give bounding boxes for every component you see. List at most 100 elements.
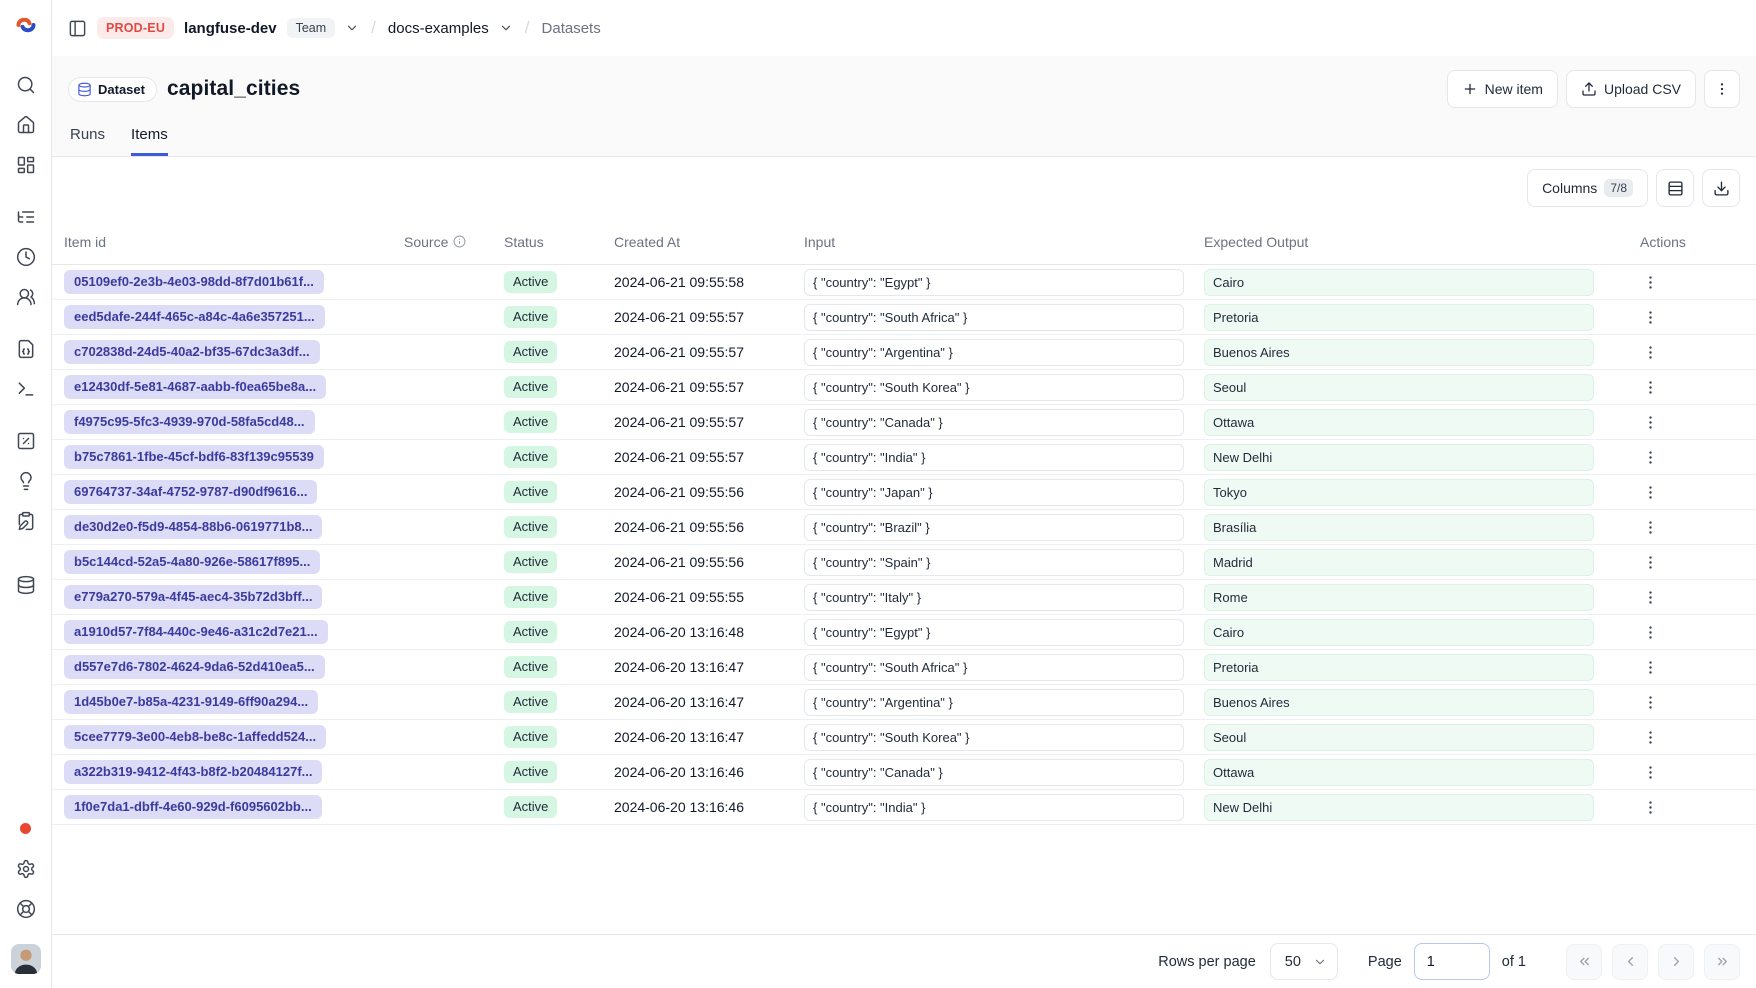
input-cell-box[interactable]: { "country": "Brazil" } xyxy=(804,514,1184,541)
item-id-pill[interactable]: c702838d-24d5-40a2-bf35-67dc3a3df... xyxy=(64,340,320,365)
insights-icon[interactable] xyxy=(9,464,43,498)
tab-runs[interactable]: Runs xyxy=(70,126,105,156)
expected-output-box[interactable]: Pretoria xyxy=(1204,654,1594,681)
expected-output-box[interactable]: Ottawa xyxy=(1204,409,1594,436)
previous-page-button[interactable] xyxy=(1612,944,1648,980)
item-id-pill[interactable]: b5c144cd-52a5-4a80-926e-58617f895... xyxy=(64,550,320,575)
row-actions-button[interactable] xyxy=(1636,653,1664,681)
users-icon[interactable] xyxy=(9,280,43,314)
input-cell-box[interactable]: { "country": "South Korea" } xyxy=(804,724,1184,751)
dataset-more-actions-button[interactable] xyxy=(1704,70,1740,108)
input-cell-box[interactable]: { "country": "Italy" } xyxy=(804,584,1184,611)
tracing-icon[interactable] xyxy=(9,200,43,234)
expected-output-box[interactable]: Ottawa xyxy=(1204,759,1594,786)
row-actions-button[interactable] xyxy=(1636,338,1664,366)
row-height-button[interactable] xyxy=(1656,169,1694,207)
row-actions-button[interactable] xyxy=(1636,758,1664,786)
expected-output-box[interactable]: Brasília xyxy=(1204,514,1594,541)
prompts-icon[interactable] xyxy=(9,332,43,366)
input-cell-box[interactable]: { "country": "Canada" } xyxy=(804,759,1184,786)
item-id-pill[interactable]: d557e7d6-7802-4624-9da6-52d410ea5... xyxy=(64,655,325,680)
support-icon[interactable] xyxy=(9,892,43,926)
row-actions-button[interactable] xyxy=(1636,618,1664,646)
breadcrumb-org[interactable]: langfuse-dev xyxy=(184,20,277,37)
item-id-pill[interactable]: a1910d57-7f84-440c-9e46-a31c2d7e21... xyxy=(64,620,328,645)
row-actions-button[interactable] xyxy=(1636,478,1664,506)
row-actions-button[interactable] xyxy=(1636,723,1664,751)
record-dot[interactable] xyxy=(20,823,31,834)
dashboard-icon[interactable] xyxy=(9,148,43,182)
item-id-pill[interactable]: 1d45b0e7-b85a-4231-9149-6ff90a294... xyxy=(64,690,318,715)
upload-csv-button[interactable]: Upload CSV xyxy=(1566,70,1696,108)
expected-output-box[interactable]: Buenos Aires xyxy=(1204,339,1594,366)
row-actions-button[interactable] xyxy=(1636,408,1664,436)
item-id-pill[interactable]: e779a270-579a-4f45-aec4-35b72d3bff... xyxy=(64,585,322,610)
expected-output-box[interactable]: Tokyo xyxy=(1204,479,1594,506)
expected-output-box[interactable]: Seoul xyxy=(1204,724,1594,751)
page-number-input[interactable] xyxy=(1414,943,1490,980)
row-actions-button[interactable] xyxy=(1636,373,1664,401)
input-cell-box[interactable]: { "country": "South Africa" } xyxy=(804,654,1184,681)
item-id-pill[interactable]: 1f0e7da1-dbff-4e60-929d-f6095602bb... xyxy=(64,795,322,820)
row-actions-button[interactable] xyxy=(1636,583,1664,611)
input-cell-box[interactable]: { "country": "Japan" } xyxy=(804,479,1184,506)
row-actions-button[interactable] xyxy=(1636,548,1664,576)
home-icon[interactable] xyxy=(9,108,43,142)
item-id-pill[interactable]: f4975c95-5fc3-4939-970d-58fa5cd48... xyxy=(64,410,315,435)
expected-output-box[interactable]: New Delhi xyxy=(1204,444,1594,471)
org-chevron-down-icon[interactable] xyxy=(345,21,359,35)
row-actions-button[interactable] xyxy=(1636,443,1664,471)
row-actions-button[interactable] xyxy=(1636,793,1664,821)
export-button[interactable] xyxy=(1702,169,1740,207)
item-id-pill[interactable]: b75c7861-1fbe-45cf-bdf6-83f139c95539 xyxy=(64,445,324,470)
input-cell-box[interactable]: { "country": "Spain" } xyxy=(804,549,1184,576)
expected-output-box[interactable]: Cairo xyxy=(1204,619,1594,646)
next-page-button[interactable] xyxy=(1658,944,1694,980)
item-id-pill[interactable]: 69764737-34af-4752-9787-d90df9616... xyxy=(64,480,317,505)
row-actions-button[interactable] xyxy=(1636,688,1664,716)
item-id-pill[interactable]: 05109ef0-2e3b-4e03-98dd-8f7d01b61f... xyxy=(64,270,324,295)
row-actions-button[interactable] xyxy=(1636,303,1664,331)
new-item-button[interactable]: New item xyxy=(1447,70,1558,108)
item-id-pill[interactable]: 5cee7779-3e00-4eb8-be8c-1affedd524... xyxy=(64,725,326,750)
row-actions-button[interactable] xyxy=(1636,268,1664,296)
datasets-icon[interactable] xyxy=(9,568,43,602)
columns-button[interactable]: Columns 7/8 xyxy=(1527,169,1648,207)
input-cell-box[interactable]: { "country": "Argentina" } xyxy=(804,689,1184,716)
input-cell-box[interactable]: { "country": "Argentina" } xyxy=(804,339,1184,366)
search-icon[interactable] xyxy=(9,68,43,102)
row-actions-button[interactable] xyxy=(1636,513,1664,541)
item-id-pill[interactable]: e12430df-5e81-4687-aabb-f0ea65be8a... xyxy=(64,375,326,400)
expected-output-box[interactable]: Buenos Aires xyxy=(1204,689,1594,716)
expected-output-box[interactable]: Cairo xyxy=(1204,269,1594,296)
rows-per-page-select[interactable]: 50 xyxy=(1270,943,1338,980)
langfuse-logo-icon[interactable] xyxy=(13,12,39,38)
input-cell-box[interactable]: { "country": "South Korea" } xyxy=(804,374,1184,401)
expected-output-box[interactable]: New Delhi xyxy=(1204,794,1594,821)
item-id-pill[interactable]: de30d2e0-f5d9-4854-88b6-0619771b8... xyxy=(64,515,322,540)
input-cell-box[interactable]: { "country": "Canada" } xyxy=(804,409,1184,436)
settings-icon[interactable] xyxy=(9,852,43,886)
playground-icon[interactable] xyxy=(9,372,43,406)
input-cell-box[interactable]: { "country": "Egypt" } xyxy=(804,269,1184,296)
annotation-icon[interactable] xyxy=(9,504,43,538)
input-cell-box[interactable]: { "country": "India" } xyxy=(804,444,1184,471)
user-avatar[interactable] xyxy=(11,944,41,974)
tab-items[interactable]: Items xyxy=(131,126,168,156)
item-id-pill[interactable]: a322b319-9412-4f43-b8f2-b20484127f... xyxy=(64,760,322,785)
item-id-pill[interactable]: eed5dafe-244f-465c-a84c-4a6e357251... xyxy=(64,305,325,330)
sessions-icon[interactable] xyxy=(9,240,43,274)
breadcrumb-project[interactable]: docs-examples xyxy=(388,20,489,37)
input-cell-box[interactable]: { "country": "Egypt" } xyxy=(804,619,1184,646)
breadcrumb-section[interactable]: Datasets xyxy=(542,20,601,37)
expected-output-box[interactable]: Pretoria xyxy=(1204,304,1594,331)
last-page-button[interactable] xyxy=(1704,944,1740,980)
evaluation-icon[interactable] xyxy=(9,424,43,458)
project-chevron-down-icon[interactable] xyxy=(499,21,513,35)
input-cell-box[interactable]: { "country": "South Africa" } xyxy=(804,304,1184,331)
input-cell-box[interactable]: { "country": "India" } xyxy=(804,794,1184,821)
expected-output-box[interactable]: Madrid xyxy=(1204,549,1594,576)
expected-output-box[interactable]: Rome xyxy=(1204,584,1594,611)
sidebar-toggle-icon[interactable] xyxy=(68,19,87,38)
first-page-button[interactable] xyxy=(1566,944,1602,980)
